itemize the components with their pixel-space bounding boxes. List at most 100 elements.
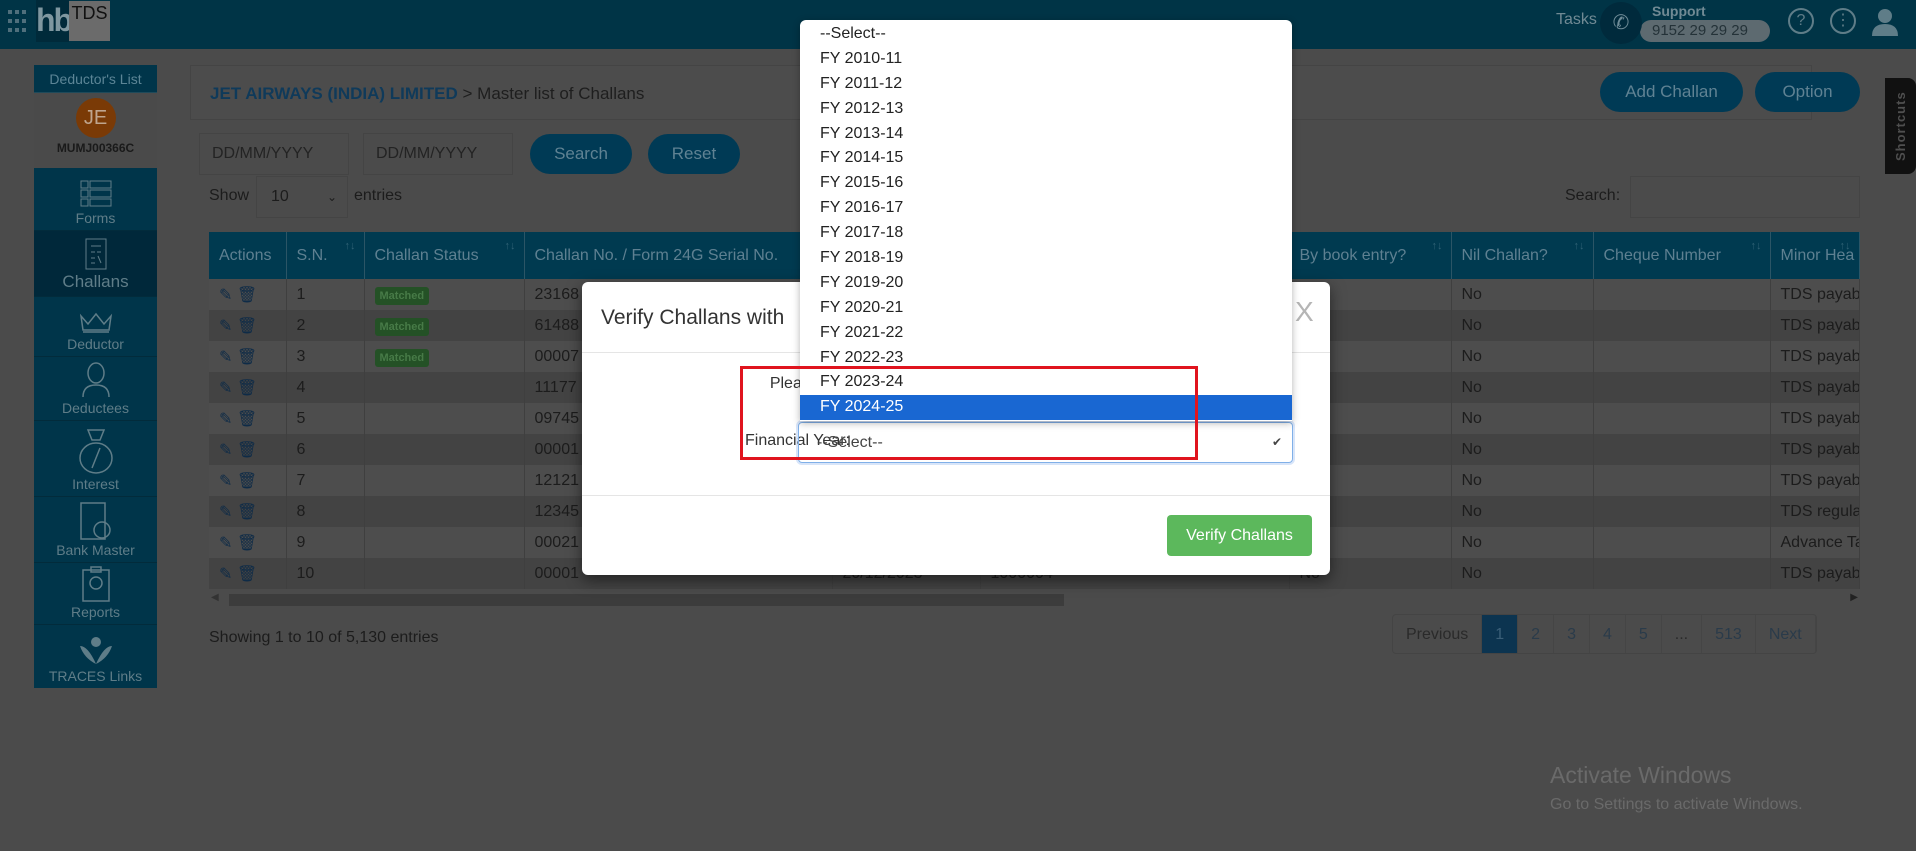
sort-icon[interactable]: ↑↓	[1574, 240, 1585, 252]
more-vertical-icon[interactable]: ⋮	[1830, 8, 1856, 34]
reset-button[interactable]: Reset	[648, 134, 740, 174]
from-date-input[interactable]: DD/MM/YYYY	[199, 133, 349, 175]
delete-icon[interactable]: 🗑	[237, 349, 257, 366]
dropdown-option[interactable]: FY 2011-12	[800, 72, 1292, 97]
sort-icon[interactable]: ↑↓	[1751, 240, 1762, 252]
sidebar-item-challans[interactable]: Challans	[34, 231, 157, 297]
delete-icon[interactable]: 🗑	[237, 380, 257, 397]
column-header[interactable]: By book entry? ↑↓	[1289, 232, 1452, 279]
verify-challans-button[interactable]: Verify Challans	[1167, 515, 1312, 556]
dropdown-option[interactable]: FY 2016-17	[800, 196, 1292, 221]
sort-icon[interactable]: ↑↓	[505, 240, 516, 252]
close-icon[interactable]: X	[1295, 296, 1314, 328]
dropdown-option[interactable]: FY 2013-14	[800, 122, 1292, 147]
page-1[interactable]: 1	[1482, 615, 1519, 653]
entries-label: entries	[354, 187, 403, 204]
delete-icon[interactable]: 🗑	[237, 473, 257, 490]
cell-nil: No	[1451, 403, 1594, 434]
help-icon[interactable]: ?	[1788, 8, 1814, 34]
edit-icon[interactable]: ✎	[219, 535, 232, 552]
sort-icon[interactable]: ↑↓	[1432, 240, 1443, 252]
dropdown-option[interactable]: FY 2010-11	[800, 47, 1292, 72]
page-size-select[interactable]: 10 ⌄	[256, 176, 348, 218]
edit-icon[interactable]: ✎	[219, 318, 232, 335]
column-header[interactable]: Nil Challan? ↑↓	[1451, 232, 1594, 279]
forms-icon	[80, 180, 111, 207]
delete-icon[interactable]: 🗑	[237, 535, 257, 552]
page-next[interactable]: Next	[1756, 615, 1816, 653]
sort-icon[interactable]: ↑↓	[1840, 240, 1851, 252]
edit-icon[interactable]: ✎	[219, 504, 232, 521]
page-4[interactable]: 4	[1590, 615, 1626, 653]
entries-info: Showing 1 to 10 of 5,130 entries	[209, 629, 439, 646]
phone-icon[interactable]: ✆	[1600, 2, 1642, 44]
dropdown-option[interactable]: FY 2021-22	[800, 321, 1292, 346]
scroll-left-icon[interactable]: ◀	[211, 592, 219, 603]
search-button[interactable]: Search	[530, 134, 632, 174]
edit-icon[interactable]: ✎	[219, 380, 232, 397]
tasks-link[interactable]: Tasks	[1556, 11, 1597, 29]
dropdown-option[interactable]: FY 2018-19	[800, 246, 1292, 271]
delete-icon[interactable]: 🗑	[237, 411, 257, 428]
cell-nil: No	[1451, 496, 1594, 527]
edit-icon[interactable]: ✎	[219, 411, 232, 428]
column-header[interactable]: Challan No. / Form 24G Serial No.↑↓	[524, 232, 833, 279]
sidebar-item-interest[interactable]: Interest	[34, 421, 157, 497]
dropdown-option[interactable]: FY 2020-21	[800, 296, 1292, 321]
column-header[interactable]: Minor Hea ↑↓	[1770, 232, 1860, 279]
sidebar-item-deductor[interactable]: Deductor	[34, 297, 157, 357]
cell-nil: No	[1451, 279, 1594, 310]
page-previous[interactable]: Previous	[1393, 615, 1483, 653]
sidebar-item-deductees[interactable]: Deductees	[34, 357, 157, 421]
page-5[interactable]: 5	[1626, 615, 1662, 653]
delete-icon[interactable]: 🗑	[237, 287, 257, 304]
dropdown-option[interactable]: FY 2019-20	[800, 271, 1292, 296]
dropdown-option[interactable]: FY 2012-13	[800, 97, 1292, 122]
user-icon[interactable]	[1872, 8, 1898, 36]
deductor-avatar[interactable]: JE MUMJ00366C	[34, 93, 157, 168]
edit-icon[interactable]: ✎	[219, 566, 232, 583]
dropdown-option[interactable]: --Select--	[800, 22, 1292, 47]
shortcuts-tab[interactable]: Shortcuts	[1885, 78, 1916, 174]
search-input[interactable]	[1630, 176, 1860, 218]
delete-icon[interactable]: 🗑	[237, 318, 257, 335]
column-header[interactable]: Actions	[209, 232, 287, 279]
edit-icon[interactable]: ✎	[219, 349, 232, 366]
to-date-input[interactable]: DD/MM/YYYY	[363, 133, 513, 175]
cell-cheque	[1593, 403, 1771, 434]
column-header[interactable]: Challan Status ↑↓	[364, 232, 525, 279]
column-header[interactable]: Cheque Number ↑↓	[1593, 232, 1771, 279]
page-513[interactable]: 513	[1702, 615, 1756, 653]
scroll-right-icon[interactable]: ▶	[1850, 592, 1858, 603]
page-2[interactable]: 2	[1518, 615, 1555, 653]
dropdown-option[interactable]: FY 2014-15	[800, 146, 1292, 171]
cell-status	[364, 527, 525, 558]
delete-icon[interactable]: 🗑	[237, 504, 257, 521]
edit-icon[interactable]: ✎	[219, 442, 232, 459]
scrollbar-thumb[interactable]	[229, 594, 1064, 606]
support-number: 9152 29 29 29	[1640, 20, 1770, 42]
delete-icon[interactable]: 🗑	[237, 566, 257, 583]
sidebar-item-traces-links[interactable]: TRACES Links	[34, 625, 157, 688]
sidebar-item-forms[interactable]: Forms	[34, 168, 157, 231]
sidebar-item-reports[interactable]: Reports	[34, 563, 157, 625]
dropdown-option[interactable]: FY 2017-18	[800, 221, 1292, 246]
cell-minor: TDS payab	[1770, 403, 1860, 434]
apps-grid-icon[interactable]	[8, 10, 26, 34]
column-header[interactable]: S.N. ↑↓	[286, 232, 365, 279]
edit-icon[interactable]: ✎	[219, 473, 232, 490]
breadcrumb-company[interactable]: JET AIRWAYS (INDIA) LIMITED	[210, 84, 458, 103]
option-button[interactable]: Option	[1755, 72, 1860, 112]
dropdown-option[interactable]: FY 2015-16	[800, 171, 1292, 196]
edit-icon[interactable]: ✎	[219, 287, 232, 304]
page-3[interactable]: 3	[1554, 615, 1590, 653]
sort-icon[interactable]: ↑↓	[345, 240, 356, 252]
sidebar-item-bank-master[interactable]: Bank Master	[34, 497, 157, 563]
delete-icon[interactable]: 🗑	[237, 442, 257, 459]
deductors-list-link[interactable]: Deductor's List	[34, 65, 157, 93]
cell-cheque	[1593, 527, 1771, 558]
row-actions: ✎ 🗑	[209, 341, 287, 372]
sidebar-item-label: Reports	[70, 604, 121, 620]
add-challan-button[interactable]: Add Challan	[1600, 72, 1743, 112]
cell-status	[364, 558, 525, 589]
